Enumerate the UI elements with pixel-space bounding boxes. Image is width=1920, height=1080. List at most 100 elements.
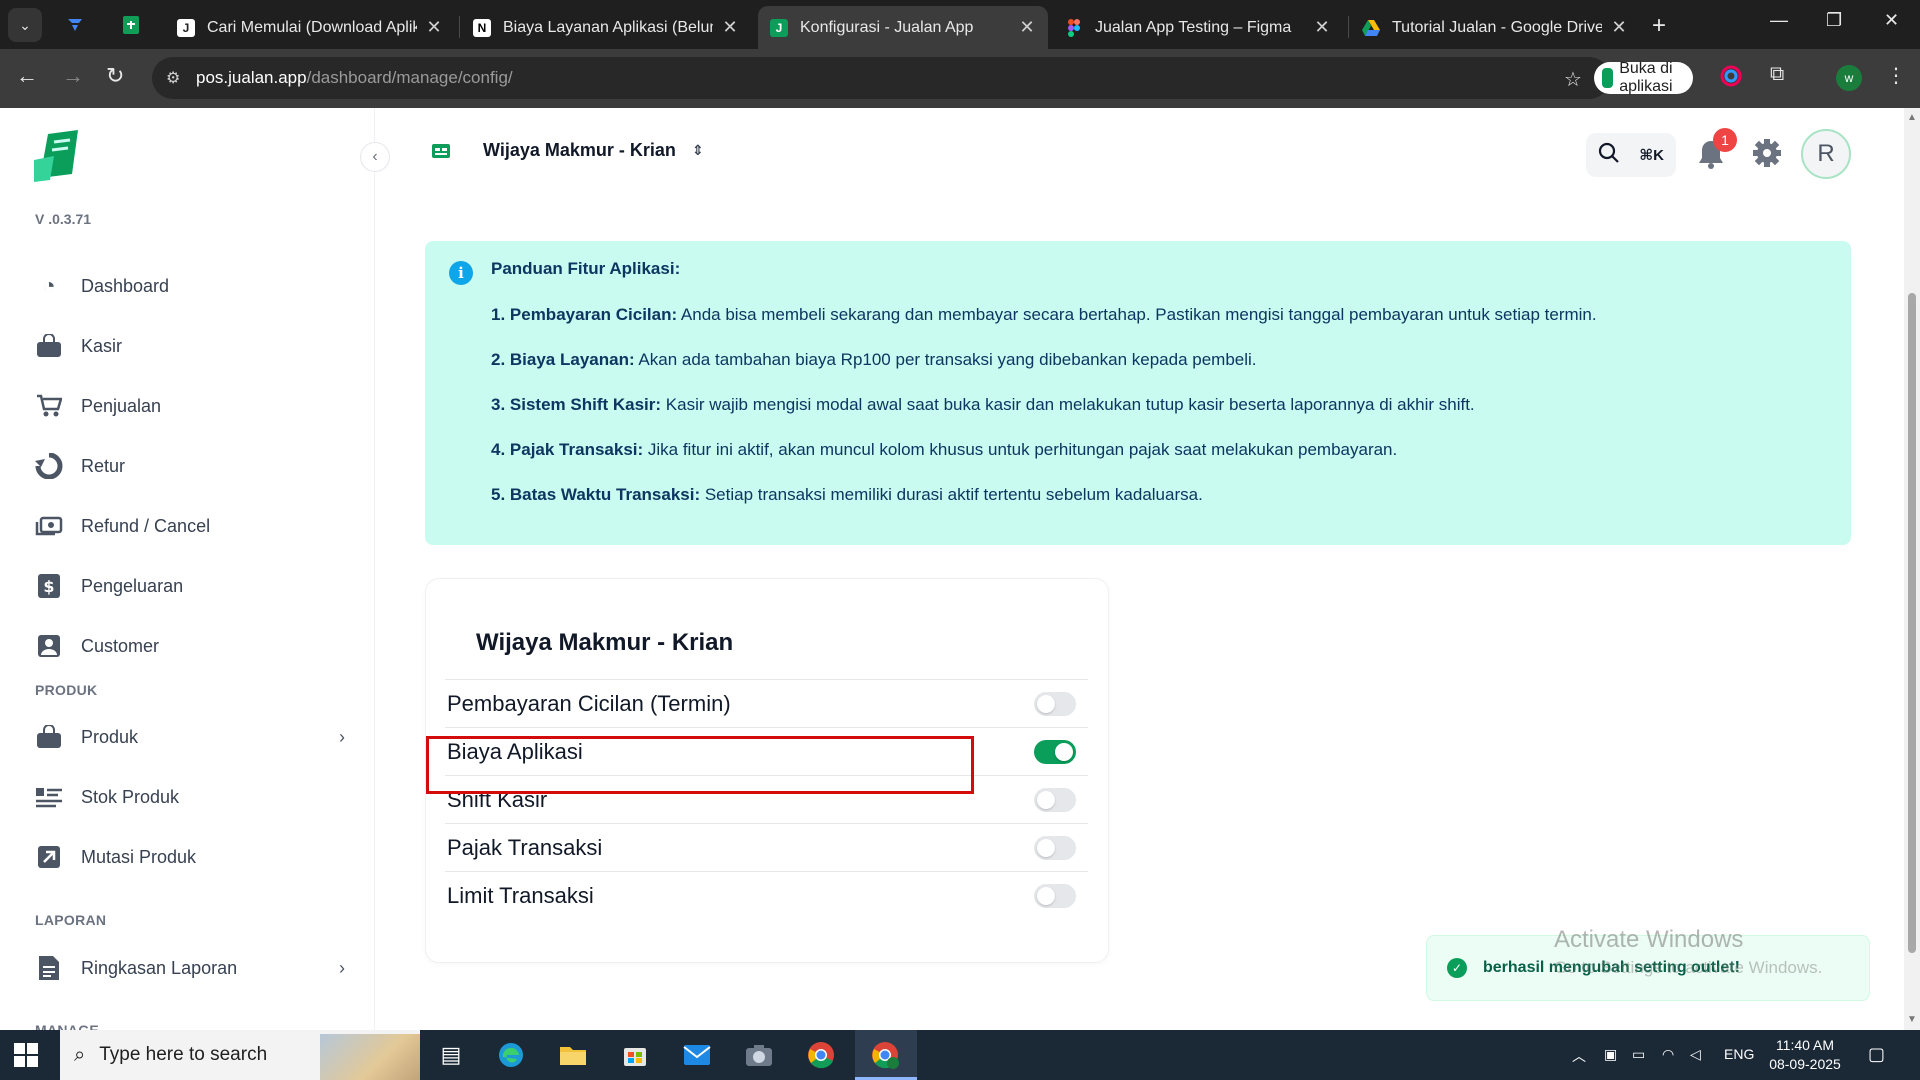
sidebar-item-ringkasan-laporan[interactable]: Ringkasan Laporan › [35, 948, 345, 988]
guide-line: 4. Pajak Transaksi: Jika fitur ini aktif… [491, 440, 1398, 459]
close-icon[interactable]: ✕ [1610, 17, 1628, 38]
svg-text:$: $ [43, 577, 54, 596]
tray-expand-icon[interactable]: ︿ [1572, 1046, 1586, 1066]
chrome-icon[interactable] [806, 1040, 836, 1070]
feature-guide-box: i Panduan Fitur Aplikasi: 1. Pembayaran … [425, 241, 1851, 545]
user-avatar[interactable]: R [1801, 129, 1851, 179]
menu-dots-icon[interactable]: ⋮ [1886, 63, 1906, 88]
close-icon[interactable]: ✕ [1018, 17, 1036, 38]
search-shortcut: ⌘K [1639, 147, 1664, 164]
volume-icon[interactable]: ◁ [1690, 1046, 1701, 1063]
pinned-tab-icon[interactable] [62, 12, 88, 38]
collapse-sidebar-button[interactable]: ‹ [360, 142, 390, 172]
chevron-right-icon: › [339, 957, 345, 978]
stock-list-icon [35, 783, 63, 811]
pinned-sheets-icon[interactable] [118, 12, 144, 38]
gear-icon[interactable] [1752, 138, 1786, 172]
taskbar-clock[interactable]: 11:40 AM 08-09-2025 [1760, 1036, 1850, 1074]
sidebar-item-mutasi-produk[interactable]: Mutasi Produk [35, 837, 345, 877]
taskbar-search[interactable]: ⌕ Type here to search [60, 1030, 420, 1080]
jualan-app-icon [1602, 68, 1614, 88]
tab-biaya-layanan[interactable]: N Biaya Layanan Aplikasi (Belum) ✕ [461, 6, 751, 49]
cart-icon [35, 392, 63, 420]
open-in-app-button[interactable]: Buka di aplikasi [1594, 60, 1694, 95]
wifi-icon[interactable]: ◠ [1662, 1046, 1674, 1063]
tab-search-icon[interactable]: ⌄ [8, 8, 42, 42]
task-view-icon[interactable]: ▤ [436, 1040, 466, 1070]
setting-row-shift-kasir: Shift Kasir [445, 775, 1088, 823]
close-icon[interactable]: ✕ [425, 17, 443, 38]
close-icon[interactable]: ✕ [1313, 17, 1331, 38]
url-text[interactable]: pos.jualan.app/dashboard/manage/config/ [196, 68, 513, 88]
back-icon[interactable]: ← [16, 63, 38, 89]
window-close-icon[interactable]: ✕ [1884, 10, 1899, 31]
scroll-thumb[interactable] [1908, 293, 1916, 953]
feature-guide-title: Panduan Fitur Aplikasi: [491, 259, 681, 278]
search-icon [1598, 142, 1620, 169]
sidebar-item-customer[interactable]: Customer [35, 626, 345, 666]
tab-google-drive[interactable]: Tutorial Jualan - Google Drive ✕ [1350, 6, 1640, 49]
sidebar-item-dashboard[interactable]: ◔ Dashboard [35, 266, 345, 306]
bag-icon [35, 332, 63, 360]
minimize-icon[interactable]: — [1770, 10, 1788, 31]
address-bar[interactable]: ⚙ pos.jualan.app/dashboard/manage/config… [152, 57, 1694, 99]
windows-start-icon[interactable] [14, 1043, 38, 1067]
sidebar-item-refund-cancel[interactable]: Refund / Cancel [35, 506, 345, 546]
jualan-favicon-icon: J [770, 18, 788, 37]
toggle-pembayaran-cicilan[interactable] [1034, 691, 1076, 716]
sidebar-item-kasir[interactable]: Kasir [35, 326, 345, 366]
battery-icon[interactable]: ▭ [1632, 1046, 1645, 1063]
search-icon: ⌕ [74, 1043, 86, 1066]
extensions-icon[interactable]: ⧉ [1770, 63, 1784, 86]
outlet-selector[interactable]: Wijaya Makmur - Krian ⇕ [431, 140, 704, 161]
scroll-up-icon[interactable]: ▲ [1907, 112, 1917, 123]
sidebar-item-produk[interactable]: Produk › [35, 717, 345, 757]
extension-color-icon[interactable] [1720, 65, 1742, 93]
mail-icon[interactable] [682, 1040, 712, 1070]
store-app-icon[interactable] [620, 1040, 650, 1070]
setting-row-pajak-transaksi: Pajak Transaksi [445, 823, 1088, 871]
chrome-profile-icon[interactable] [870, 1040, 900, 1070]
toggle-shift-kasir[interactable] [1034, 787, 1076, 812]
chevron-right-icon: › [339, 726, 345, 747]
setting-row-pembayaran-cicilan: Pembayaran Cicilan (Termin) [445, 679, 1088, 727]
camera-icon[interactable] [744, 1040, 774, 1070]
info-icon: i [449, 261, 473, 285]
forward-icon[interactable]: → [62, 63, 84, 89]
profile-avatar[interactable]: w [1836, 65, 1862, 91]
browser-tab-strip: ⌄ J Cari Memulai (Download Aplika ✕ N Bi… [0, 0, 1920, 49]
tab-konfigurasi[interactable]: J Konfigurasi - Jualan App ✕ [758, 6, 1048, 49]
figma-icon [1065, 18, 1083, 37]
sidebar-item-stok-produk[interactable]: Stok Produk [35, 777, 345, 817]
edge-icon[interactable] [496, 1040, 526, 1070]
file-explorer-icon[interactable] [558, 1040, 588, 1070]
toggle-biaya-aplikasi[interactable] [1034, 739, 1076, 764]
new-tab-icon[interactable]: + [1652, 12, 1666, 40]
chevron-updown-icon: ⇕ [691, 142, 704, 158]
search-button[interactable]: ⌘K [1586, 133, 1676, 177]
scroll-down-icon[interactable]: ▼ [1907, 1014, 1917, 1025]
page-scrollbar[interactable]: ▲ ▼ [1904, 108, 1920, 1030]
sidebar-item-pengeluaran[interactable]: $ Pengeluaran [35, 566, 345, 606]
sidebar-item-penjualan[interactable]: Penjualan [35, 386, 345, 426]
language-indicator[interactable]: ENG [1724, 1046, 1754, 1062]
drive-icon [1362, 19, 1380, 37]
activate-windows-subtitle: Go to Settings to activate Windows. [1554, 958, 1823, 977]
star-icon[interactable]: ☆ [1564, 67, 1582, 92]
reload-icon[interactable]: ↻ [106, 63, 124, 89]
notification-center-icon[interactable]: ▢ [1868, 1044, 1885, 1065]
windows-taskbar: ⌕ Type here to search ▤ ︿ ▣ ▭ ◠ ◁ ENG 11… [0, 1030, 1920, 1080]
section-manage: MANAGE [35, 1022, 100, 1030]
tray-device-icon[interactable]: ▣ [1604, 1046, 1617, 1063]
toggle-pajak-transaksi[interactable] [1034, 835, 1076, 860]
config-card-title: Wijaya Makmur - Krian [476, 629, 734, 656]
sidebar-item-retur[interactable]: Retur [35, 446, 345, 486]
tab-favicon-icon: J [177, 18, 195, 37]
toggle-limit-transaksi[interactable] [1034, 883, 1076, 908]
tab-cari-memulai[interactable]: J Cari Memulai (Download Aplika ✕ [165, 6, 455, 49]
close-icon[interactable]: ✕ [721, 17, 739, 38]
tab-figma[interactable]: Jualan App Testing – Figma ✕ [1053, 6, 1343, 49]
restore-icon[interactable]: ❐ [1826, 10, 1842, 31]
guide-line: 3. Sistem Shift Kasir: Kasir wajib mengi… [491, 395, 1475, 414]
site-info-icon[interactable]: ⚙ [166, 68, 180, 88]
